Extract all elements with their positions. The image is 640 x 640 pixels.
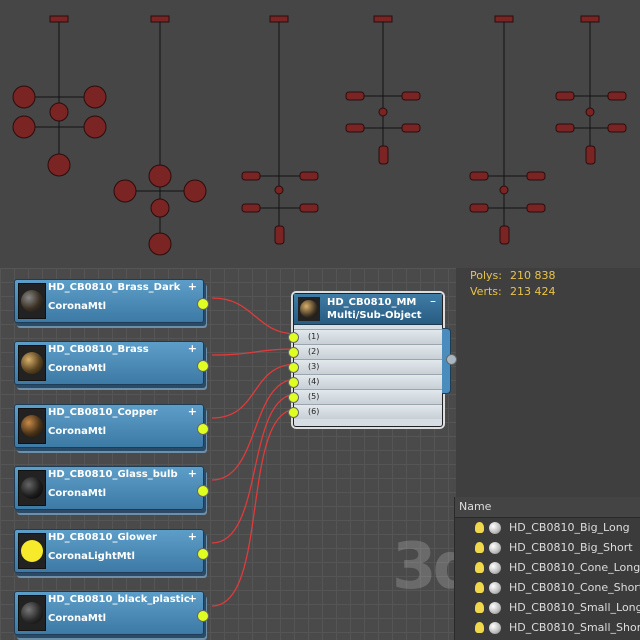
material-node-glower[interactable]: HD_CB0810_Glower CoronaLightMtl + — [14, 529, 209, 573]
light-bulb-icon[interactable] — [475, 602, 484, 613]
input-socket[interactable] — [288, 332, 299, 343]
material-thumbnail — [18, 345, 46, 381]
material-slot[interactable]: (3) — [288, 359, 442, 374]
light-bulb-icon[interactable] — [475, 562, 484, 573]
node-type: CoronaMtl — [48, 301, 107, 312]
input-socket[interactable] — [288, 347, 299, 358]
material-thumbnail — [18, 283, 46, 319]
output-socket[interactable] — [197, 610, 209, 622]
input-socket[interactable] — [288, 407, 299, 418]
scene-item[interactable]: HD_CB0810_Big_Short — [455, 538, 640, 558]
material-thumbnail — [18, 408, 46, 444]
node-type: CoronaMtl — [48, 363, 107, 374]
material-slot[interactable]: (4) — [288, 374, 442, 389]
material-slot[interactable]: (2) — [288, 344, 442, 359]
sphere-icon — [489, 562, 501, 574]
material-slot[interactable]: (1) — [288, 329, 442, 344]
expand-icon[interactable]: + — [188, 530, 197, 543]
node-title: HD_CB0810_Glass_bulb — [48, 469, 178, 480]
slot-label: (4) — [308, 377, 320, 386]
input-socket[interactable] — [288, 362, 299, 373]
verts-value: 213 424 — [510, 285, 556, 298]
sphere-icon — [489, 542, 501, 554]
node-type: CoronaMtl — [48, 488, 107, 499]
scene-item-label: HD_CB0810_Cone_Long — [509, 561, 640, 574]
scene-item-label: HD_CB0810_Small_Short — [509, 621, 640, 634]
scene-item[interactable]: HD_CB0810_Small_Short — [455, 618, 640, 638]
viewport[interactable] — [0, 0, 640, 268]
expand-icon[interactable]: + — [188, 592, 197, 605]
scene-item[interactable]: HD_CB0810_Cone_Short — [455, 578, 640, 598]
name-column-header[interactable]: Name — [455, 497, 640, 518]
material-thumbnail — [18, 533, 46, 569]
slot-label: (6) — [308, 407, 320, 416]
multi-node-title: HD_CB0810_MM — [327, 297, 417, 308]
input-socket[interactable] — [288, 377, 299, 388]
node-type: CoronaMtl — [48, 426, 107, 437]
polys-label: Polys: — [470, 269, 502, 282]
collapse-icon[interactable]: – — [430, 294, 436, 308]
expand-icon[interactable]: + — [188, 467, 197, 480]
material-node-glass-bulb[interactable]: HD_CB0810_Glass_bulb CoronaMtl + — [14, 466, 209, 510]
sphere-icon — [489, 582, 501, 594]
expand-icon[interactable]: + — [188, 405, 197, 418]
node-title: HD_CB0810_Glower — [48, 532, 157, 543]
light-bulb-icon[interactable] — [475, 522, 484, 533]
sphere-icon — [489, 622, 501, 634]
sphere-icon — [489, 522, 501, 534]
node-type: CoronaLightMtl — [48, 551, 135, 562]
output-socket[interactable] — [197, 548, 209, 560]
multi-node-type: Multi/Sub-Object — [327, 310, 422, 321]
sphere-icon — [489, 602, 501, 614]
material-node-black-plastic[interactable]: HD_CB0810_black_plastic CoronaMtl + — [14, 591, 209, 635]
node-title: HD_CB0810_Brass — [48, 344, 149, 355]
chandelier-previews — [12, 15, 627, 256]
node-type: CoronaMtl — [48, 613, 107, 624]
node-title: HD_CB0810_Brass_Dark — [48, 282, 181, 293]
slot-label: (5) — [308, 392, 320, 401]
light-bulb-icon[interactable] — [475, 542, 484, 553]
material-node-copper[interactable]: HD_CB0810_Copper CoronaMtl + — [14, 404, 209, 448]
verts-label: Verts: — [470, 285, 502, 298]
scene-item[interactable]: HD_CB0810_Big_Long — [455, 518, 640, 538]
node-title: HD_CB0810_Copper — [48, 407, 158, 418]
scene-explorer[interactable]: Name HD_CB0810_Big_Long HD_CB0810_Big_Sh… — [454, 497, 640, 640]
light-bulb-icon[interactable] — [475, 622, 484, 633]
material-node-brass-dark[interactable]: HD_CB0810_Brass_Dark CoronaMtl + — [14, 279, 209, 323]
material-slot[interactable]: (5) — [288, 389, 442, 404]
material-slot[interactable]: (6) — [288, 404, 442, 419]
expand-icon[interactable]: + — [188, 342, 197, 355]
scene-item[interactable]: HD_CB0810_Small_Long — [455, 598, 640, 618]
polys-value: 210 838 — [510, 269, 556, 282]
scene-item-label: HD_CB0810_Cone_Short — [509, 581, 640, 594]
material-node-brass[interactable]: HD_CB0810_Brass CoronaMtl + — [14, 341, 209, 385]
scene-item-label: HD_CB0810_Small_Long — [509, 601, 640, 614]
output-socket[interactable] — [197, 298, 209, 310]
output-socket[interactable] — [197, 423, 209, 435]
multi-sub-object-node[interactable]: HD_CB0810_MM Multi/Sub-Object – (1) (2) … — [288, 293, 457, 427]
slot-label: (3) — [308, 362, 320, 371]
slot-label: (2) — [308, 347, 320, 356]
slot-label: (1) — [308, 332, 320, 341]
output-socket[interactable] — [446, 354, 457, 365]
output-socket[interactable] — [197, 360, 209, 372]
expand-icon[interactable]: + — [188, 280, 197, 293]
scene-item-label: HD_CB0810_Big_Short — [509, 541, 633, 554]
scene-item[interactable]: HD_CB0810_Cone_Long — [455, 558, 640, 578]
material-thumbnail — [18, 470, 46, 506]
scene-stats: Polys: 210 838 Verts: 213 424 — [470, 268, 556, 300]
material-thumbnail — [298, 297, 320, 321]
light-bulb-icon[interactable] — [475, 582, 484, 593]
node-title: HD_CB0810_black_plastic — [48, 594, 190, 605]
input-socket[interactable] — [288, 392, 299, 403]
material-thumbnail — [18, 595, 46, 631]
multi-node-header[interactable]: HD_CB0810_MM Multi/Sub-Object – — [294, 294, 442, 325]
scene-item-label: HD_CB0810_Big_Long — [509, 521, 630, 534]
output-socket[interactable] — [197, 485, 209, 497]
